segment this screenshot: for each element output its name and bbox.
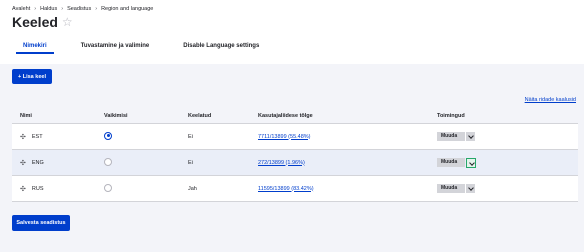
show-weights-link[interactable]: Näita ridade kaalusid xyxy=(525,97,576,103)
disabled-value: Ei xyxy=(188,133,193,140)
table-row: ✣ EST Ei 7711/13899 (55.48%) Muuda xyxy=(12,124,578,150)
table-row: ✣ ENG Ei 272/13899 (1.96%) Muuda xyxy=(12,150,578,176)
col-name: Nimi xyxy=(20,112,32,119)
tab-detection[interactable]: Tuvastamine ja valimine xyxy=(70,40,161,54)
breadcrumb: Avaleht › Haldus › Seadistus › Region and l… xyxy=(12,6,154,12)
chevron-down-icon[interactable] xyxy=(466,132,475,141)
chevron-down-icon[interactable] xyxy=(466,157,476,168)
languages-table: Nimi Vaikimisi Keelatud Kasutajaliidese … xyxy=(12,108,578,202)
tab-disable-language[interactable]: Disable Language settings xyxy=(172,40,270,54)
breadcrumb-config[interactable]: Seadistus xyxy=(67,6,91,12)
disabled-value: Jah xyxy=(188,185,197,192)
col-translation: Kasutajaliidese tõlge xyxy=(258,112,313,119)
star-icon[interactable]: ☆ xyxy=(62,15,73,29)
language-name: EST xyxy=(31,133,43,140)
translation-link[interactable]: 272/13899 (1.96%) xyxy=(258,160,305,166)
disabled-value: Ei xyxy=(188,159,193,166)
table-header: Nimi Vaikimisi Keelatud Kasutajaliidese … xyxy=(12,108,578,124)
col-disabled: Keelatud xyxy=(188,112,212,119)
edit-button[interactable]: Muuda xyxy=(437,158,465,167)
tab-list[interactable]: Nimekiri xyxy=(12,40,58,54)
drag-handle-icon[interactable]: ✣ xyxy=(20,159,26,167)
language-name: RUS xyxy=(31,185,44,192)
page-header: Avaleht › Haldus › Seadistus › Region and l… xyxy=(0,0,584,64)
edit-button[interactable]: Muuda xyxy=(437,184,465,193)
col-operations: Toimingud xyxy=(437,112,465,119)
tabs: Nimekiri Tuvastamine ja valimine Disable… xyxy=(12,40,270,54)
chevron-down-icon[interactable] xyxy=(466,184,475,193)
drag-handle-icon[interactable]: ✣ xyxy=(20,185,26,193)
translation-link[interactable]: 7711/13899 (55.48%) xyxy=(258,134,311,140)
default-radio[interactable] xyxy=(104,157,112,166)
default-radio[interactable] xyxy=(104,131,112,140)
add-language-button[interactable]: + Lisa keel xyxy=(12,69,52,84)
breadcrumb-region[interactable]: Region and language xyxy=(101,6,153,12)
page-title: Keeled xyxy=(12,14,58,30)
save-button[interactable]: Salvesta seadistus xyxy=(12,215,70,231)
table-row: ✣ RUS Jah 11595/13899 (83.42%) Muuda xyxy=(12,176,578,202)
language-name: ENG xyxy=(31,159,44,166)
col-default: Vaikimisi xyxy=(104,112,128,119)
drag-handle-icon[interactable]: ✣ xyxy=(20,133,26,141)
breadcrumb-home[interactable]: Avaleht xyxy=(12,6,30,12)
default-radio[interactable] xyxy=(104,183,112,192)
breadcrumb-admin[interactable]: Haldus xyxy=(40,6,57,12)
translation-link[interactable]: 11595/13899 (83.42%) xyxy=(258,186,314,192)
edit-button[interactable]: Muuda xyxy=(437,132,465,141)
